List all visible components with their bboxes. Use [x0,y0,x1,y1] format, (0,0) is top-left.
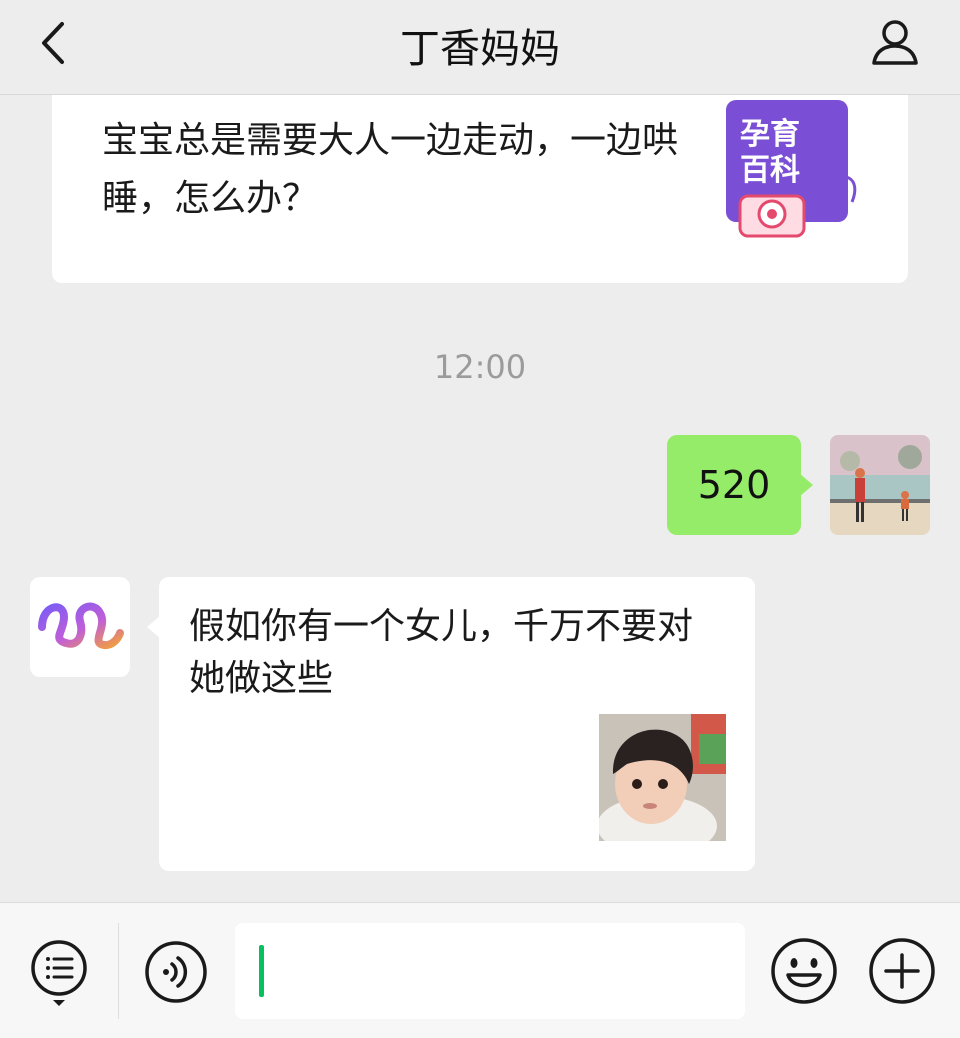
dingxiang-logo [38,602,124,650]
input-toolbar [0,902,960,1038]
toolbar-divider [118,923,119,1019]
message-thumbnail [599,714,726,841]
person-icon[interactable] [868,16,922,70]
my-avatar[interactable] [830,435,930,535]
emoji-icon[interactable] [770,937,838,1005]
message-input[interactable] [235,923,745,1019]
chat-header: 丁香妈妈 [0,0,960,95]
text-caret [259,945,264,997]
timestamp: 12:00 [433,348,527,386]
page-title: 丁香妈妈 [400,26,560,72]
thumb-line-2: 百科 [740,153,800,188]
sender-avatar[interactable] [30,577,130,677]
voice-icon[interactable] [144,940,208,1004]
article-thumbnail: 孕育 百科 [726,100,857,238]
my-message-text: 520 [697,463,771,507]
avatar-image [830,435,930,535]
plus-icon[interactable] [868,937,936,1005]
thumb-line-1: 孕育 [740,117,800,152]
article-title: 宝宝总是需要大人一边走动，一边哄睡，怎么办？ [102,120,679,219]
sender-message-bubble[interactable]: 假如你有一个女儿，千万不要对她做这些 [147,577,755,871]
my-message-bubble[interactable]: 520 [667,435,813,535]
sender-message-text: 假如你有一个女儿，千万不要对她做这些 [189,606,694,699]
list-menu-icon[interactable] [30,937,90,1007]
